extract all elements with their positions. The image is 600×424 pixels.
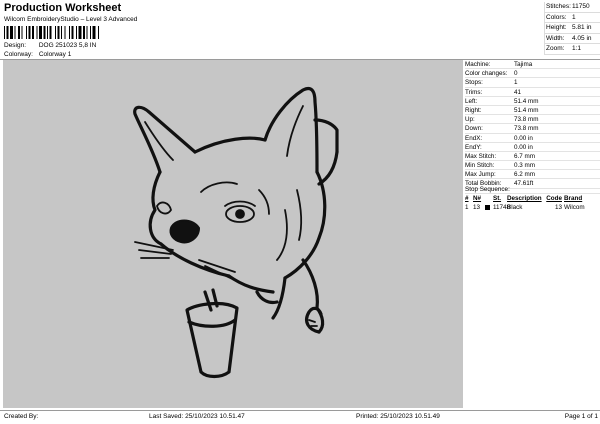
machine-row: Up: 73.8 mm — [465, 115, 600, 125]
page-number: Page 1 of 1 — [564, 413, 598, 420]
machine-row: Down: 73.8 mm — [465, 124, 600, 134]
table-header: # N# St. Description Code Brand — [465, 195, 583, 202]
machine-row: Machine: Tajima — [465, 60, 600, 70]
summary-stats: Stitches: 11750 Colors: 1 Height: 5.81 in W… — [544, 2, 600, 55]
colorway-label: Colorway: — [4, 51, 33, 58]
colorway-value: Colorway 1 — [38, 51, 72, 58]
last-saved: Last Saved: 25/10/2023 10.51.47 — [149, 413, 245, 420]
design-label: Design: — [4, 42, 27, 49]
printed-date: Printed: 25/10/2023 10.51.49 — [356, 413, 440, 420]
footer-divider — [0, 410, 600, 411]
machine-row: Trims: 41 — [465, 88, 600, 97]
page-title: Production Worksheet — [4, 2, 122, 14]
machine-row: Max Stitch: 6.7 mm — [465, 152, 600, 162]
machine-row: Max Jump: 6.2 mm — [465, 170, 600, 180]
dog-embroidery-outline — [133, 86, 339, 379]
machine-row: EndX: 0.00 in — [465, 134, 600, 143]
summary-row: Colors: 1 — [544, 13, 600, 23]
summary-row: Stitches: 11750 — [544, 2, 600, 13]
stop-sequence-title: Stop Sequence: — [465, 185, 600, 194]
summary-row: Zoom: 1:1 — [544, 44, 600, 55]
software-subtitle: Wilcom EmbroideryStudio – Level 3 Advanc… — [4, 16, 138, 23]
table-row: 1 13 11748 Black 13 Wilcom — [465, 204, 585, 211]
design-value: DOG 251023 5,8 IN — [38, 42, 97, 49]
machine-row: Color changes: 0 — [465, 69, 600, 79]
summary-row: Height: 5.81 in — [544, 23, 600, 34]
color-swatch — [485, 204, 490, 210]
barcode — [4, 26, 99, 39]
summary-row: Width: 4.05 in — [544, 34, 600, 44]
machine-row: Stops: 1 — [465, 78, 600, 88]
stop-sequence-table: Stop Sequence: # N# St. Description Code… — [465, 185, 600, 212]
machine-row: Right: 51.4 mm — [465, 106, 600, 116]
machine-row: Left: 51.4 mm — [465, 97, 600, 106]
machine-row: Min Stitch: 0.3 mm — [465, 161, 600, 171]
colorway-row: Colorway: Colorway 1 — [4, 51, 71, 58]
machine-row: EndY: 0.00 in — [465, 143, 600, 152]
machine-details: Machine: Tajima Color changes: 0 Stops: 1 T… — [465, 60, 600, 189]
design-preview — [3, 60, 463, 408]
design-row: Design: DOG 251023 5,8 IN — [4, 42, 96, 49]
created-by: Created By: — [4, 413, 39, 420]
